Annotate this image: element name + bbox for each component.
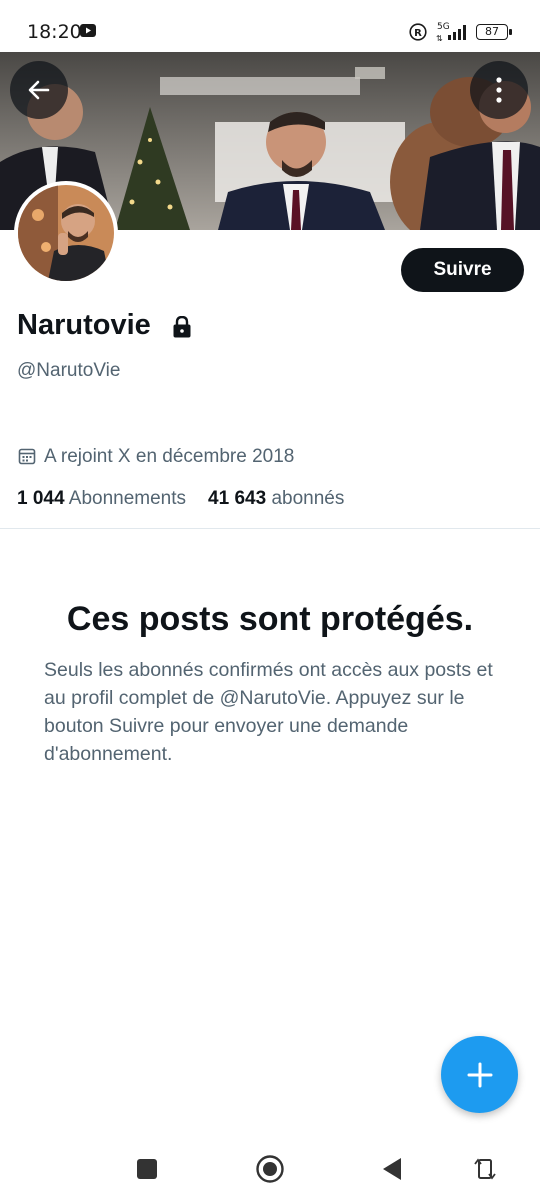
registered-icon: R xyxy=(409,23,427,41)
following-label: Abonnements xyxy=(68,488,187,509)
avatar-photo xyxy=(18,185,114,281)
divider xyxy=(0,528,540,529)
rotate-icon xyxy=(474,1158,496,1180)
home-circle-icon xyxy=(256,1155,284,1183)
plus-icon xyxy=(467,1062,492,1087)
followers-count: 41 643 xyxy=(208,488,267,509)
status-time: 18:20 xyxy=(27,21,82,43)
profile-screen: 18:20 R 5G ⇅ 87 Suivre Narutovie @Naruto… xyxy=(0,0,540,1200)
calendar-icon xyxy=(18,448,36,465)
user-handle: @NarutoVie xyxy=(17,360,121,381)
following-count: 1 044 xyxy=(17,488,65,509)
svg-text:R: R xyxy=(414,28,422,39)
signal-icon: ⇅ xyxy=(436,25,466,42)
lock-icon xyxy=(173,316,191,338)
avatar[interactable] xyxy=(14,181,118,285)
home-button[interactable] xyxy=(255,1154,285,1184)
joined-date: A rejoint X en décembre 2018 xyxy=(44,446,295,467)
recents-button[interactable] xyxy=(132,1154,162,1184)
more-vertical-icon xyxy=(496,77,502,103)
compose-button[interactable] xyxy=(441,1036,518,1113)
follow-stats: 1 044 Abonnements 41 643 abonnés xyxy=(17,488,344,510)
battery-icon: 87 xyxy=(476,24,512,40)
rotate-button[interactable] xyxy=(470,1154,500,1184)
following-link[interactable]: 1 044 Abonnements xyxy=(17,488,186,509)
display-name: Narutovie xyxy=(17,309,151,341)
svg-text:⇅: ⇅ xyxy=(436,34,443,42)
status-bar: 18:20 R 5G ⇅ 87 xyxy=(0,0,540,52)
more-options-button[interactable] xyxy=(470,61,528,119)
followers-link[interactable]: 41 643 abonnés xyxy=(208,488,344,509)
youtube-icon xyxy=(80,24,96,37)
system-nav-bar xyxy=(0,1136,540,1200)
recents-square-icon xyxy=(137,1159,157,1179)
follow-button[interactable]: Suivre xyxy=(401,248,524,292)
back-button[interactable] xyxy=(10,61,68,119)
back-triangle-icon xyxy=(383,1158,401,1180)
protected-description: Seuls les abonnés confirmés ont accès au… xyxy=(44,659,493,765)
protected-title: Ces posts sont protégés. xyxy=(66,600,474,638)
followers-label: abonnés xyxy=(271,488,345,509)
arrow-left-icon xyxy=(28,80,50,100)
nav-back-button[interactable] xyxy=(377,1154,407,1184)
